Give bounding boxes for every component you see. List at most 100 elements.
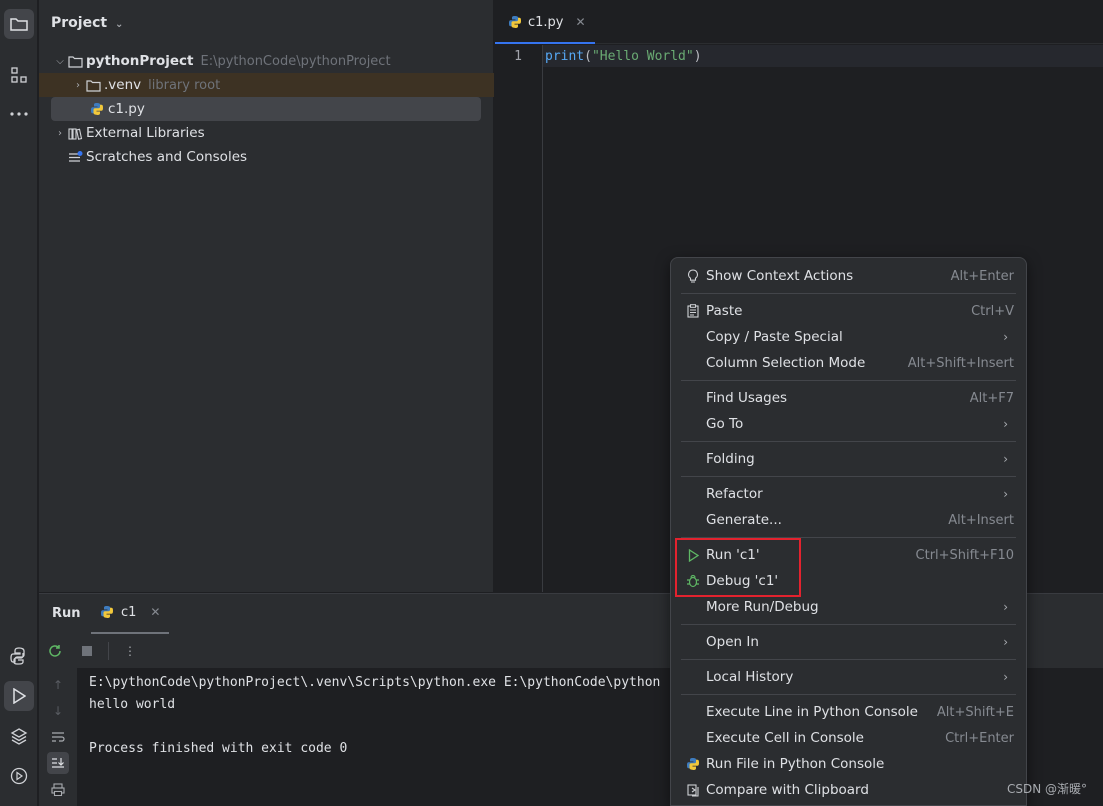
run-panel-title: Run	[52, 606, 81, 621]
tree-item-path: E:\pythonCode\pythonProject	[200, 53, 391, 69]
run-side-toolbar: ↑ ↓	[39, 668, 77, 806]
chevron-right-icon[interactable]: ›	[71, 80, 85, 91]
menu-item-execute-line[interactable]: Execute Line in Python Console Alt+Shift…	[681, 699, 1016, 725]
tree-item-scratches[interactable]: Scratches and Consoles	[39, 145, 494, 169]
menu-item-run-file-in-console[interactable]: Run File in Python Console	[681, 751, 1016, 777]
menu-separator	[681, 441, 1016, 442]
menu-item-refactor[interactable]: Refactor ›	[681, 481, 1016, 507]
more-tools-icon[interactable]	[4, 99, 34, 129]
chevron-down-icon[interactable]: ⌵	[53, 56, 67, 67]
menu-item-copy-paste-special[interactable]: Copy / Paste Special ›	[681, 324, 1016, 350]
tree-item-label: .venv	[104, 77, 142, 93]
tool-window-strip	[0, 0, 38, 806]
chevron-right-icon: ›	[1003, 417, 1008, 431]
rerun-icon[interactable]	[44, 640, 66, 662]
folder-icon	[67, 53, 83, 69]
menu-item-label: Execute Cell in Console	[706, 730, 864, 746]
project-panel-header[interactable]: Project ⌄	[51, 15, 123, 31]
menu-item-show-context-actions[interactable]: Show Context Actions Alt+Enter	[681, 263, 1016, 289]
tree-item-external-libraries[interactable]: › External Libraries	[39, 121, 494, 145]
menu-item-label: Column Selection Mode	[706, 355, 866, 371]
python-file-icon	[507, 14, 523, 30]
soft-wrap-icon[interactable]	[47, 726, 69, 748]
tree-item-label: c1.py	[108, 101, 145, 117]
menu-item-more-run-debug[interactable]: More Run/Debug ›	[681, 594, 1016, 620]
menu-item-paste[interactable]: Paste Ctrl+V	[681, 298, 1016, 324]
menu-separator	[681, 659, 1016, 660]
close-icon[interactable]: ✕	[150, 605, 160, 619]
chevron-down-icon: ⌄	[114, 19, 124, 30]
code-paren-open: (	[584, 49, 592, 64]
tree-item-venv[interactable]: › .venv library root	[39, 73, 494, 97]
menu-separator	[681, 624, 1016, 625]
menu-item-open-in[interactable]: Open In ›	[681, 629, 1016, 655]
menu-item-shortcut: Ctrl+V	[971, 303, 1014, 319]
close-icon[interactable]: ✕	[576, 15, 586, 29]
menu-item-shortcut: Alt+Insert	[948, 512, 1014, 528]
tree-item-hint: library root	[148, 77, 221, 93]
menu-item-label: More Run/Debug	[706, 599, 819, 615]
watermark: CSDN @渐暖°	[1006, 782, 1087, 796]
code-function: print	[545, 49, 585, 64]
menu-item-shortcut: Alt+Enter	[950, 268, 1014, 284]
print-icon[interactable]	[47, 778, 69, 800]
chevron-right-icon: ›	[1003, 635, 1008, 649]
code-string: "Hello World"	[591, 49, 694, 64]
menu-item-find-usages[interactable]: Find Usages Alt+F7	[681, 385, 1016, 411]
more-options-icon[interactable]: ⋮	[119, 640, 141, 662]
menu-item-column-selection-mode[interactable]: Column Selection Mode Alt+Shift+Insert	[681, 350, 1016, 376]
tab-active-indicator	[495, 42, 595, 44]
layers-icon[interactable]	[4, 721, 34, 751]
arrow-down-icon[interactable]: ↓	[47, 700, 69, 722]
context-menu: Show Context Actions Alt+Enter Paste Ctr…	[670, 257, 1027, 806]
menu-item-label: Refactor	[706, 486, 763, 502]
editor-tab-bar: c1.py ✕	[495, 0, 1103, 44]
code-line[interactable]: print("Hello World")	[545, 49, 702, 64]
tree-item-pythonproject[interactable]: ⌵ pythonProject E:\pythonCode\pythonProj…	[39, 49, 494, 73]
project-panel: Project ⌄ ⌵ pythonProject E:\pythonCode\…	[39, 0, 494, 592]
menu-item-execute-cell[interactable]: Execute Cell in Console Ctrl+Enter	[681, 725, 1016, 751]
menu-item-label: Find Usages	[706, 390, 788, 406]
console-line: Process finished with exit code 0	[89, 741, 348, 756]
services-icon[interactable]	[4, 761, 34, 791]
tab-label: c1.py	[528, 14, 564, 30]
run-tool-icon[interactable]	[4, 681, 34, 711]
scratches-icon	[67, 149, 83, 165]
menu-separator	[681, 293, 1016, 294]
chevron-right-icon[interactable]: ›	[53, 128, 67, 139]
menu-item-label: Generate...	[706, 512, 782, 528]
stop-icon[interactable]	[76, 640, 98, 662]
menu-separator	[681, 476, 1016, 477]
structure-icon[interactable]	[4, 60, 34, 90]
menu-item-shortcut: Ctrl+Shift+F10	[915, 547, 1014, 563]
menu-item-generate[interactable]: Generate... Alt+Insert	[681, 507, 1016, 533]
tree-item-label: External Libraries	[86, 125, 205, 141]
menu-item-shortcut: Ctrl+Enter	[945, 730, 1014, 746]
menu-item-label: Execute Line in Python Console	[706, 704, 918, 720]
console-output[interactable]: E:\pythonCode\pythonProject\.venv\Script…	[89, 672, 660, 760]
project-folder-icon[interactable]	[4, 9, 34, 39]
menu-item-shortcut: Alt+Shift+E	[936, 704, 1014, 720]
menu-item-compare-with-clipboard[interactable]: Compare with Clipboard	[681, 777, 1016, 803]
menu-separator	[681, 694, 1016, 695]
scroll-to-end-icon[interactable]	[47, 752, 69, 774]
menu-item-label: Local History	[706, 669, 794, 685]
menu-item-label: Copy / Paste Special	[706, 329, 843, 345]
run-tab-c1[interactable]: c1 ✕	[91, 604, 169, 634]
menu-item-label: Paste	[706, 303, 743, 319]
arrow-up-icon[interactable]: ↑	[47, 674, 69, 696]
line-number: 1	[514, 49, 522, 64]
menu-item-local-history[interactable]: Local History ›	[681, 664, 1016, 690]
menu-item-go-to[interactable]: Go To ›	[681, 411, 1016, 437]
tab-c1py[interactable]: c1.py ✕	[495, 0, 595, 44]
menu-item-shortcut: Alt+Shift+Insert	[907, 355, 1014, 371]
chevron-right-icon: ›	[1003, 600, 1008, 614]
tree-item-c1py[interactable]: c1.py	[51, 97, 481, 121]
menu-separator	[681, 380, 1016, 381]
menu-item-label: Go To	[706, 416, 744, 432]
tree-item-label: Scratches and Consoles	[86, 149, 248, 165]
bulb-icon	[685, 268, 701, 284]
python-console-icon[interactable]	[4, 641, 34, 671]
menu-item-folding[interactable]: Folding ›	[681, 446, 1016, 472]
